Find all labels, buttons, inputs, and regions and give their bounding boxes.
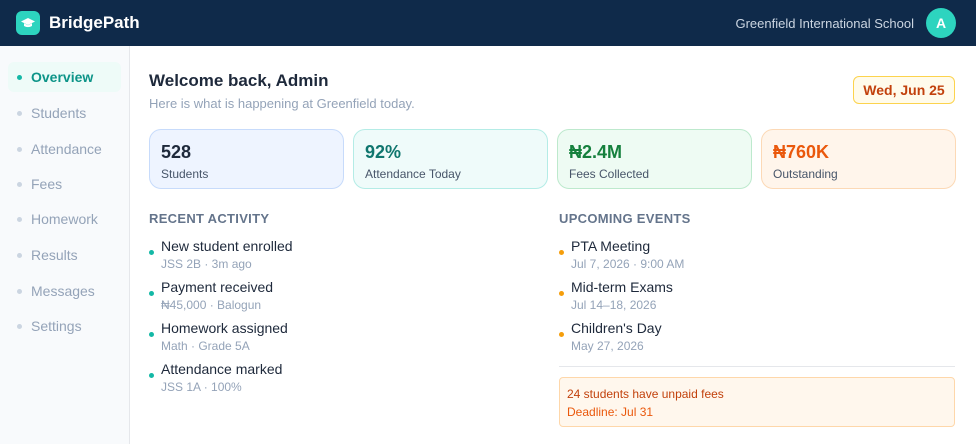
stat-card-outstanding[interactable]: ₦760K Outstanding xyxy=(761,129,956,189)
upcoming-events-title: UPCOMING EVENTS xyxy=(559,211,691,226)
sidebar-item-label: Attendance xyxy=(31,141,102,157)
stat-value: ₦2.4M xyxy=(569,142,623,162)
sidebar-item-fees[interactable]: Fees xyxy=(8,169,121,199)
event-title: PTA Meeting xyxy=(571,238,651,254)
alert-title: 24 students have unpaid fees xyxy=(567,387,724,401)
bullet-icon xyxy=(17,111,22,116)
sidebar-item-label: Homework xyxy=(31,211,98,227)
bullet-icon xyxy=(149,373,154,378)
event-title: Children's Day xyxy=(571,320,662,336)
activity-detail: Math · Grade 5A xyxy=(161,339,250,353)
sidebar-item-label: Overview xyxy=(31,69,94,85)
activity-detail: JSS 1A · 100% xyxy=(161,380,242,394)
sidebar-item-label: Results xyxy=(31,247,78,263)
recent-activity-title: RECENT ACTIVITY xyxy=(149,211,270,226)
bullet-icon xyxy=(17,324,22,329)
stat-value: 528 xyxy=(161,142,192,162)
stat-value: ₦760K xyxy=(773,142,830,162)
alert-deadline: Deadline: Jul 31 xyxy=(567,405,654,419)
sidebar-item-label: Messages xyxy=(31,283,95,299)
sidebar-item-results[interactable]: Results xyxy=(8,240,121,270)
brand-name[interactable]: BridgePath xyxy=(49,13,140,33)
event-detail: Jul 7, 2026 · 9:00 AM xyxy=(571,257,685,271)
activity-title: Homework assigned xyxy=(161,320,288,336)
bullet-icon xyxy=(17,289,22,294)
activity-detail: ₦45,000 · Balogun xyxy=(161,298,262,312)
sidebar-item-label: Settings xyxy=(31,318,82,334)
bullet-icon xyxy=(149,250,154,255)
stat-label: Fees Collected xyxy=(569,167,650,181)
activity-detail: JSS 2B · 3m ago xyxy=(161,257,252,271)
bullet-icon xyxy=(17,217,22,222)
sidebar-item-messages[interactable]: Messages xyxy=(8,276,121,306)
activity-title: Attendance marked xyxy=(161,361,283,377)
stat-card-fees-collected[interactable]: ₦2.4M Fees Collected xyxy=(557,129,752,189)
stat-label: Outstanding xyxy=(773,167,838,181)
event-title: Mid-term Exams xyxy=(571,279,673,295)
stat-label: Attendance Today xyxy=(365,167,461,181)
sidebar-item-overview[interactable]: Overview xyxy=(8,62,121,92)
bullet-icon xyxy=(17,182,22,187)
sidebar-item-homework[interactable]: Homework xyxy=(8,204,121,234)
sidebar-item-attendance[interactable]: Attendance xyxy=(8,134,121,164)
page-subtitle: Here is what is happening at Greenfield … xyxy=(149,96,415,111)
main-content: Welcome back, Admin Here is what is happ… xyxy=(131,46,976,444)
page-title: Welcome back, Admin xyxy=(149,71,329,90)
top-bar: BridgePath Greenfield International Scho… xyxy=(0,0,976,46)
activity-title: New student enrolled xyxy=(161,238,293,254)
bullet-icon xyxy=(149,291,154,296)
event-detail: Jul 14–18, 2026 xyxy=(571,298,657,312)
unpaid-fees-alert[interactable]: 24 students have unpaid fees Deadline: J… xyxy=(559,377,955,427)
bullet-icon xyxy=(17,75,22,80)
stat-card-attendance[interactable]: 92% Attendance Today xyxy=(353,129,548,189)
bullet-icon xyxy=(559,250,564,255)
stat-value: 92% xyxy=(365,142,402,162)
stat-card-students[interactable]: 528 Students xyxy=(149,129,344,189)
avatar[interactable]: A xyxy=(926,8,956,38)
date-badge: Wed, Jun 25 xyxy=(853,76,955,104)
bullet-icon xyxy=(17,147,22,152)
stat-label: Students xyxy=(161,167,209,181)
sidebar-item-students[interactable]: Students xyxy=(8,98,121,128)
activity-title: Payment received xyxy=(161,279,274,295)
sidebar: Overview Students Attendance Fees Homewo… xyxy=(0,46,130,444)
graduation-cap-icon[interactable] xyxy=(16,11,40,35)
divider xyxy=(559,366,955,367)
school-name: Greenfield International School xyxy=(735,16,914,31)
bullet-icon xyxy=(149,332,154,337)
bullet-icon xyxy=(559,291,564,296)
bullet-icon xyxy=(559,332,564,337)
sidebar-item-settings[interactable]: Settings xyxy=(8,311,121,341)
sidebar-item-label: Fees xyxy=(31,176,63,192)
bullet-icon xyxy=(17,253,22,258)
sidebar-item-label: Students xyxy=(31,105,87,121)
event-detail: May 27, 2026 xyxy=(571,339,644,353)
